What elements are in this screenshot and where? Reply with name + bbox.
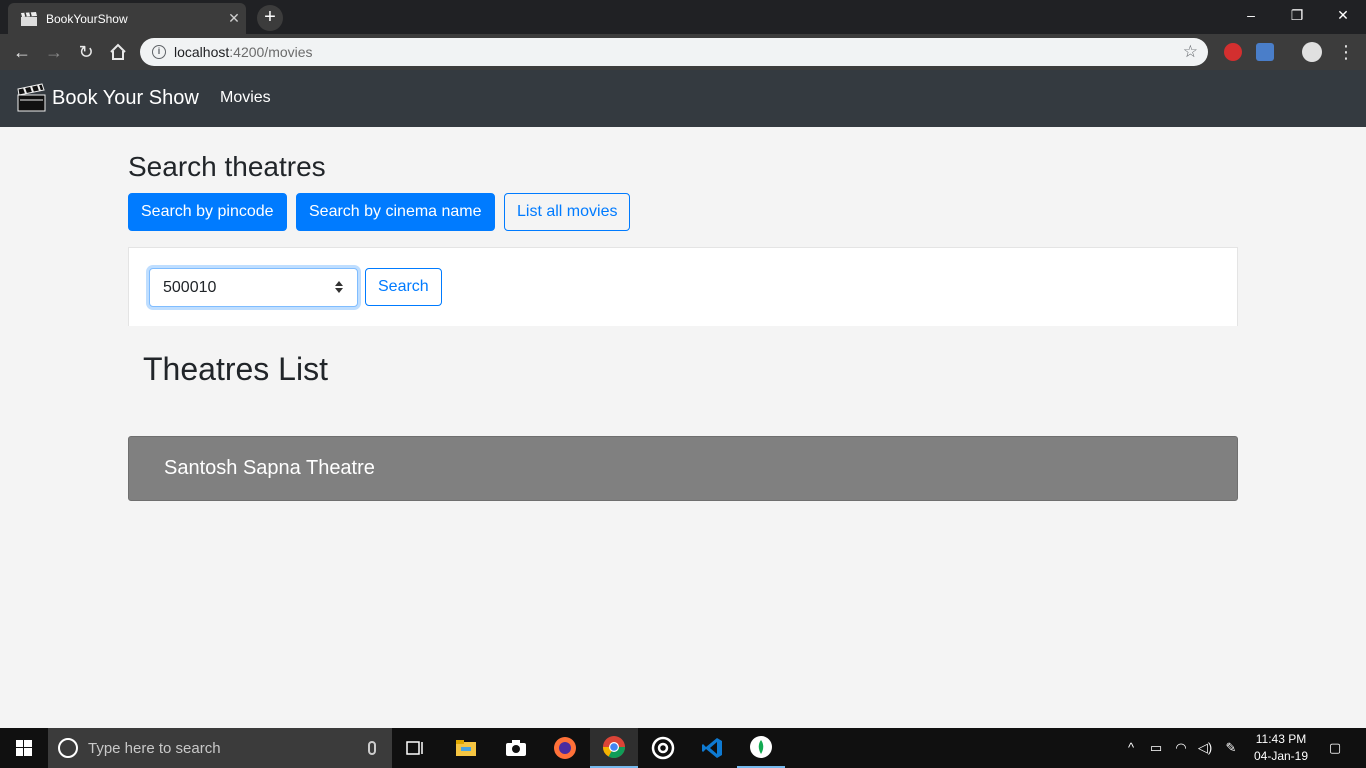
brand-title: Book Your Show [52, 86, 199, 109]
browser-tab[interactable]: BookYourShow ✕ [8, 3, 246, 34]
microphone-icon[interactable] [368, 741, 376, 755]
cortana-icon [58, 738, 78, 758]
taskbar-clock[interactable]: 11:43 PM 04-Jan-19 [1248, 731, 1314, 765]
pen-icon[interactable]: ✎ [1220, 728, 1242, 768]
camera-app-icon[interactable] [492, 728, 540, 768]
battery-icon[interactable]: ▭ [1146, 728, 1166, 768]
tab-title: BookYourShow [46, 11, 128, 26]
browser-toolbar: ← → ↻ i localhost:4200/movies ☆ ⋮ [0, 34, 1366, 70]
brand[interactable]: Book Your Show [16, 83, 199, 113]
home-icon[interactable] [106, 40, 130, 64]
app-ring-icon[interactable] [639, 728, 687, 768]
forward-arrow-icon[interactable]: → [42, 40, 66, 64]
site-info-icon[interactable]: i [152, 45, 166, 59]
action-center-icon[interactable]: ▢ [1320, 728, 1350, 768]
volume-icon[interactable]: ◁) [1194, 728, 1216, 768]
task-view-icon[interactable] [392, 728, 440, 768]
taskbar-search-placeholder: Type here to search [88, 739, 221, 757]
search-theatres-heading: Search theatres [128, 151, 326, 182]
mongodb-compass-icon[interactable] [737, 728, 785, 768]
clapperboard-icon [20, 11, 38, 26]
restore-button[interactable]: ❐ [1274, 0, 1320, 30]
chrome-icon[interactable] [590, 728, 638, 768]
clock-date: 04-Jan-19 [1253, 749, 1309, 763]
extension-icon[interactable] [1256, 43, 1274, 61]
number-spinner[interactable] [335, 281, 343, 295]
spin-down-icon[interactable] [335, 288, 343, 293]
show-hidden-icons-chevron-icon[interactable]: ^ [1120, 728, 1142, 768]
menu-kebab-icon[interactable]: ⋮ [1334, 40, 1358, 64]
reload-icon[interactable]: ↻ [74, 40, 98, 64]
minimize-button[interactable]: – [1228, 0, 1274, 30]
windows-taskbar: Type here to search ^ ▭ ◠ ◁) ✎ 11:43 PM … [0, 728, 1366, 768]
firefox-icon[interactable] [541, 728, 589, 768]
windows-start-icon[interactable] [0, 728, 48, 768]
new-tab-button[interactable]: + [257, 5, 283, 31]
nav-link-movies[interactable]: Movies [220, 89, 271, 107]
pincode-value: 500010 [163, 279, 217, 296]
address-bar[interactable]: i localhost:4200/movies ☆ [140, 38, 1208, 66]
search-form-card: 500010 Search [128, 247, 1238, 326]
search-by-pincode-button[interactable]: Search by pincode [128, 193, 287, 231]
app-navbar: Book Your Show Movies [0, 70, 1366, 127]
search-button[interactable]: Search [365, 268, 442, 306]
taskbar-search-box[interactable]: Type here to search [48, 728, 392, 768]
spin-up-icon[interactable] [335, 281, 343, 286]
url-path: :4200/movies [229, 44, 313, 60]
theatre-list-item[interactable]: Santosh Sapna Theatre [128, 436, 1238, 501]
list-all-movies-button[interactable]: List all movies [504, 193, 631, 231]
search-by-cinema-name-button[interactable]: Search by cinema name [296, 193, 495, 231]
theatres-list-heading: Theatres List [143, 351, 328, 387]
extension-icon[interactable] [1224, 43, 1242, 61]
clock-time: 11:43 PM [1255, 732, 1307, 746]
browser-tab-strip: BookYourShow ✕ + – ❐ ✕ [0, 0, 1366, 34]
profile-avatar[interactable] [1302, 42, 1322, 62]
wifi-icon[interactable]: ◠ [1170, 728, 1192, 768]
url-host: localhost [174, 44, 230, 60]
file-explorer-icon[interactable] [442, 728, 490, 768]
tab-close-icon[interactable]: ✕ [222, 10, 246, 27]
pincode-input[interactable]: 500010 [149, 268, 358, 307]
theatre-name: Santosh Sapna Theatre [164, 457, 375, 479]
vscode-icon[interactable] [688, 728, 736, 768]
clapperboard-icon [16, 83, 46, 113]
bookmark-star-icon[interactable]: ☆ [1183, 42, 1198, 62]
back-arrow-icon[interactable]: ← [10, 40, 34, 64]
window-close-button[interactable]: ✕ [1320, 0, 1366, 30]
